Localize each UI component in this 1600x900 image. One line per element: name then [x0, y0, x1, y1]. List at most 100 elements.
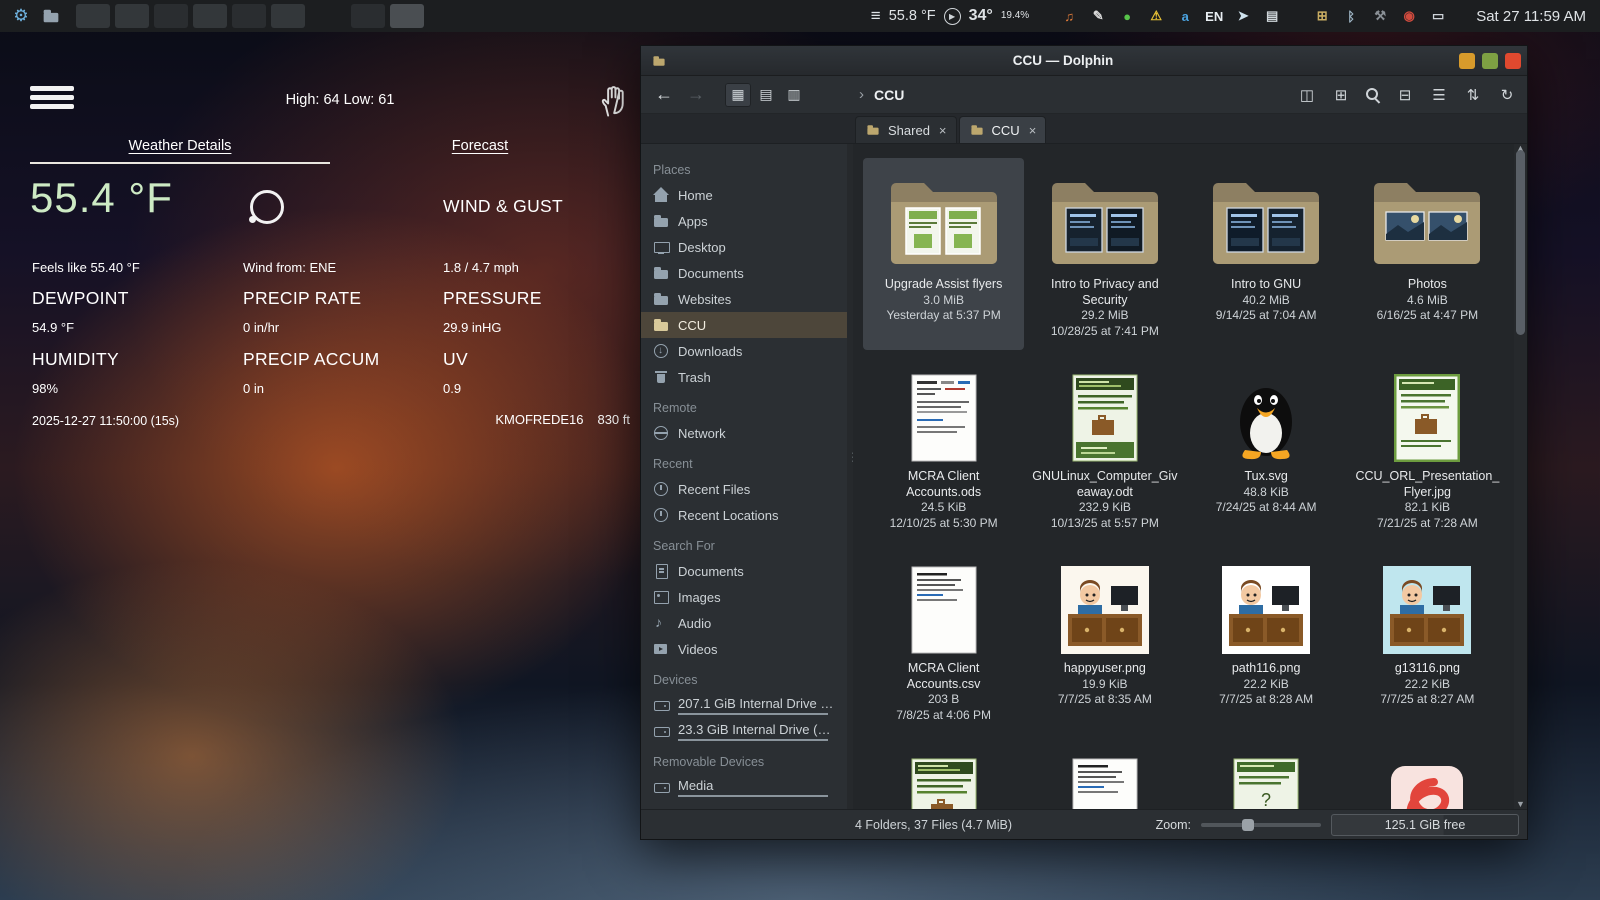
sidebar-item-recent-files[interactable]: Recent Files	[641, 476, 847, 502]
hamburger-menu-icon[interactable]: ☰	[1429, 86, 1449, 104]
sidebar-item-recent-locations[interactable]: Recent Locations	[641, 502, 847, 528]
zoom-slider[interactable]	[1201, 823, 1321, 827]
panel-clock[interactable]: Sat 27 11:59 AM	[1476, 8, 1590, 25]
file-item[interactable]: Upgrade Assist flyers 3.0 MiB Yesterday …	[863, 158, 1024, 350]
search-icon[interactable]	[1365, 87, 1381, 103]
file-name: Intro to GNU	[1231, 277, 1301, 293]
sidebar-item-videos[interactable]: Videos	[641, 636, 847, 662]
taskbar-item[interactable]	[232, 4, 266, 28]
metric-value: 0 in/hr	[243, 320, 443, 335]
taskbar-item[interactable]	[271, 4, 305, 28]
titlebar[interactable]: CCU — Dolphin	[641, 46, 1527, 76]
file-item[interactable]: GNULinux_Computer_Giveaway.odt 232.9 KiB…	[1024, 350, 1185, 542]
scrollbar-thumb[interactable]	[1516, 150, 1525, 335]
tools-icon[interactable]: ⚒	[1370, 6, 1390, 26]
sidebar-item-downloads[interactable]: Downloads	[641, 338, 847, 364]
zoom-slider-handle[interactable]	[1242, 819, 1254, 831]
compact-view-icon[interactable]: ▤	[753, 83, 779, 107]
new-folder-icon[interactable]: ⊞	[1331, 86, 1351, 104]
maximize-button[interactable]	[1482, 53, 1498, 69]
file-date: 7/24/25 at 8:44 AM	[1216, 500, 1317, 516]
file-item[interactable]: ?	[1186, 734, 1347, 809]
pen-tool-icon[interactable]: ✎	[1088, 6, 1108, 26]
sidebar-item-audio[interactable]: Audio	[641, 610, 847, 636]
file-item[interactable]: Photos 4.6 MiB 6/16/25 at 4:47 PM	[1347, 158, 1508, 350]
sidebar-item-desktop[interactable]: Desktop	[641, 234, 847, 260]
warning-icon[interactable]: ⚠	[1146, 6, 1166, 26]
tab-close-icon[interactable]: ×	[1029, 123, 1037, 138]
display-icon[interactable]: ▭	[1428, 6, 1448, 26]
status-online-icon[interactable]: ●	[1117, 6, 1137, 26]
file-item[interactable]: Intro to GNU 40.2 MiB 9/14/25 at 7:04 AM	[1186, 158, 1347, 350]
file-item[interactable]	[863, 734, 1024, 809]
sidebar-item-trash[interactable]: Trash	[641, 364, 847, 390]
metric-label: PRECIP RATE	[243, 288, 443, 309]
file-item[interactable]: happyuser.png 19.9 KiB 7/7/25 at 8:35 AM	[1024, 542, 1185, 734]
refresh-icon[interactable]: ↻	[1497, 86, 1517, 104]
taskbar-item[interactable]	[390, 4, 424, 28]
breadcrumb-location[interactable]: CCU	[874, 87, 904, 103]
back-button[interactable]: ←	[651, 84, 677, 105]
sidebar-item-images[interactable]: Images	[641, 584, 847, 610]
minimize-button[interactable]	[1459, 53, 1475, 69]
keyboard-layout-indicator[interactable]: EN	[1204, 6, 1224, 26]
drag-hand-icon[interactable]	[598, 84, 628, 123]
panel-weather-cluster[interactable]: ≡ 55.8 °F ▶ 34° 19.4%	[871, 6, 1029, 26]
taskbar-item[interactable]	[193, 4, 227, 28]
clipboard-icon[interactable]: ▤	[1262, 6, 1282, 26]
tab-forecast[interactable]: Forecast	[420, 138, 540, 154]
file-item[interactable]	[1347, 734, 1508, 809]
sidebar-item-207-1-gib-internal-drive[interactable]: 207.1 GiB Internal Drive (...	[641, 692, 847, 718]
sidebar-item-ccu[interactable]: CCU	[641, 312, 847, 338]
taskbar-item[interactable]	[351, 4, 385, 28]
taskbar-item[interactable]	[76, 4, 110, 28]
file-item[interactable]: path116.png 22.2 KiB 7/7/25 at 8:28 AM	[1186, 542, 1347, 734]
panel-menu-icon[interactable]: ≡	[871, 6, 881, 26]
file-item[interactable]: CCU_ORL_Presentation_Flyer.jpg 82.1 KiB …	[1347, 350, 1508, 542]
app-launcher-icon[interactable]: ⚙	[10, 5, 32, 27]
forward-button[interactable]: →	[683, 84, 709, 105]
network-icon	[653, 425, 669, 441]
file-item[interactable]: g13116.png 22.2 KiB 7/7/25 at 8:27 AM	[1347, 542, 1508, 734]
select-mode-icon[interactable]: ⊟	[1395, 86, 1415, 104]
sort-icon[interactable]: ⇅	[1463, 86, 1483, 104]
file-item[interactable]: MCRA Client Accounts.csv 203 B 7/8/25 at…	[863, 542, 1024, 734]
file-item[interactable]	[1024, 734, 1185, 809]
sidebar-item-network[interactable]: Network	[641, 420, 847, 446]
sidebar-item-23-3-gib-internal-drive-d[interactable]: 23.3 GiB Internal Drive (d...	[641, 718, 847, 744]
bluetooth-icon[interactable]: ᛒ	[1341, 6, 1361, 26]
sidebar-item-documents[interactable]: Documents	[641, 260, 847, 286]
details-view-icon[interactable]: ▥	[781, 83, 807, 107]
file-item[interactable]: MCRA Client Accounts.ods 24.5 KiB 12/10/…	[863, 350, 1024, 542]
tab-weather-details[interactable]: Weather Details	[0, 138, 360, 154]
sidebar-item-documents[interactable]: Documents	[641, 558, 847, 584]
taskbar-item[interactable]	[154, 4, 188, 28]
sidebar-item-media[interactable]: Media	[641, 774, 847, 800]
widgets-icon[interactable]: ⊞	[1312, 6, 1332, 26]
close-button[interactable]	[1505, 53, 1521, 69]
weather-menu-button[interactable]	[30, 82, 78, 118]
file-item[interactable]: Tux.svg 48.8 KiB 7/24/25 at 8:44 AM	[1186, 350, 1347, 542]
chevron-right-icon[interactable]: ›	[859, 86, 864, 103]
tab-shared[interactable]: Shared ×	[855, 116, 957, 143]
file-item[interactable]: Intro to Privacy and Security 29.2 MiB 1…	[1024, 158, 1185, 350]
sidebar-item-websites[interactable]: Websites	[641, 286, 847, 312]
file-manager-icon[interactable]	[40, 5, 62, 27]
feels-like: Feels like 55.40 °F	[32, 260, 140, 275]
tab-close-icon[interactable]: ×	[939, 123, 947, 138]
split-view-icon[interactable]: ◫	[1297, 86, 1317, 104]
media-player-icon[interactable]: ♫	[1059, 6, 1079, 26]
play-icon[interactable]: ▶	[944, 8, 961, 25]
sidebar-item-label: Downloads	[678, 344, 742, 359]
vertical-scrollbar[interactable]: ▲ ▼	[1514, 144, 1527, 809]
icons-view-icon[interactable]: ▦	[725, 83, 751, 107]
input-method-icon[interactable]: a	[1175, 6, 1195, 26]
taskbar-item[interactable]	[115, 4, 149, 28]
sidebar-item-apps[interactable]: Apps	[641, 208, 847, 234]
sidebar-item-home[interactable]: Home	[641, 182, 847, 208]
scroll-down-icon[interactable]: ▼	[1514, 797, 1527, 811]
tab-ccu[interactable]: CCU ×	[959, 116, 1047, 143]
record-icon[interactable]: ◉	[1399, 6, 1419, 26]
weather-metrics: DEWPOINT 54.9 °FPRECIP RATE 0 in/hrPRESS…	[32, 288, 612, 396]
telegram-icon[interactable]: ➤	[1233, 6, 1253, 26]
